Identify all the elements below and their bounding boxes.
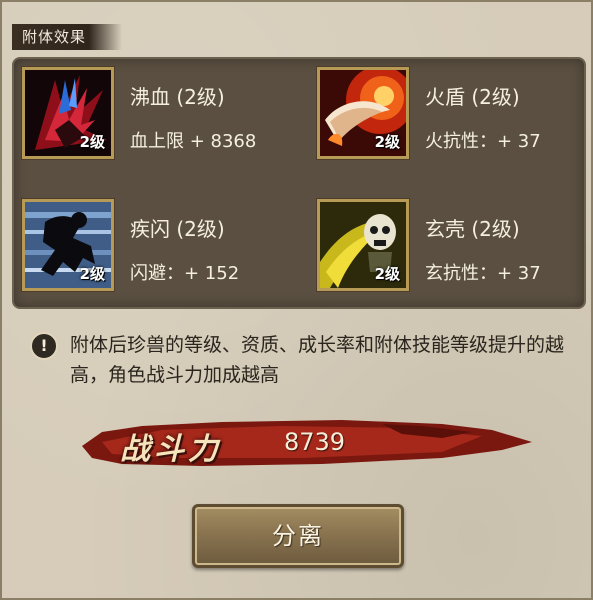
- effect-stat: 闪避：+ 152: [130, 263, 240, 284]
- separate-button[interactable]: 分离: [192, 504, 404, 568]
- dark-shell-icon[interactable]: 2级: [316, 198, 410, 292]
- level-tag: 2级: [79, 265, 105, 283]
- section-title: 附体效果: [12, 24, 122, 50]
- effect-item-blood-boil[interactable]: 2级 沸血 (2级) 血上限 + 8368: [21, 66, 282, 167]
- effect-name: 玄壳 (2级): [425, 217, 520, 241]
- effect-name: 疾闪 (2级): [130, 217, 225, 241]
- fire-shield-icon[interactable]: 2级: [316, 66, 410, 160]
- effect-item-dark-shell[interactable]: 2级 玄壳 (2级) 玄抗性：+ 37: [316, 198, 577, 299]
- power-value: 8739: [284, 428, 346, 456]
- effect-name: 火盾 (2级): [425, 85, 520, 109]
- effect-name: 沸血 (2级): [130, 85, 225, 109]
- effect-item-fire-shield[interactable]: 2级 火盾 (2级) 火抗性：+ 37: [316, 66, 577, 167]
- level-tag: 2级: [374, 265, 400, 283]
- effect-stat: 火抗性：+ 37: [425, 131, 541, 152]
- level-tag: 2级: [79, 133, 105, 151]
- exclamation-icon: !: [30, 332, 58, 360]
- effect-stat: 血上限 + 8368: [130, 131, 257, 152]
- effect-stat: 玄抗性：+ 37: [425, 263, 541, 284]
- effects-panel: 2级 沸血 (2级) 血上限 + 8368 2级 火盾 (2级) 火抗性：+ 3…: [12, 57, 586, 309]
- info-text: 附体后珍兽的等级、资质、成长率和附体技能等级提升的越高，角色战斗力加成越高: [70, 334, 565, 386]
- pet-attach-panel: 附体效果 2级 沸血 (2级) 血上限 + 8368 2级 火盾 (2级) 火抗…: [0, 0, 593, 600]
- blood-boil-icon[interactable]: 2级: [21, 66, 115, 160]
- effect-item-swift-dash[interactable]: 2级 疾闪 (2级) 闪避：+ 152: [21, 198, 282, 299]
- power-label: 战斗力: [120, 432, 222, 467]
- level-tag: 2级: [374, 133, 400, 151]
- swift-dash-icon[interactable]: 2级: [21, 198, 115, 292]
